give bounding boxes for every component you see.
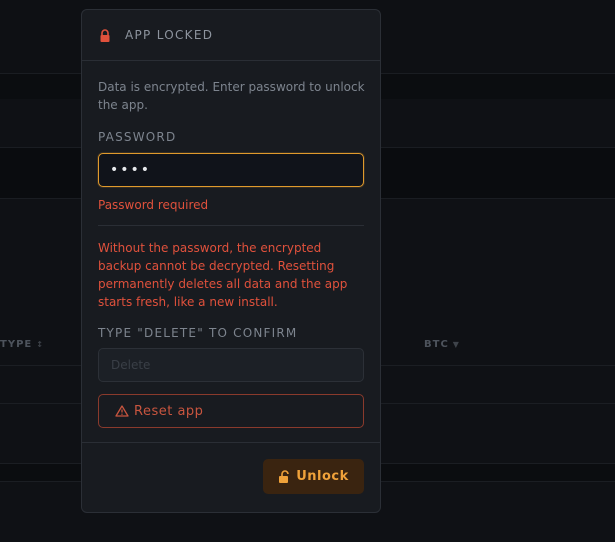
dialog-body: Data is encrypted. Enter password to unl… [82,61,380,428]
password-input[interactable] [98,153,364,187]
reset-app-label: Reset app [134,403,204,419]
delete-confirm-input[interactable] [98,348,364,382]
password-label: PASSWORD [98,130,177,144]
confirm-label: TYPE "DELETE" TO CONFIRM [98,326,298,340]
warning-icon [115,405,129,417]
dialog-description: Data is encrypted. Enter password to unl… [98,80,365,112]
unlock-icon [278,469,290,484]
reset-warning: Without the password, the encrypted back… [98,241,348,309]
column-header-label: BTC [424,339,449,350]
dialog-footer: Unlock [82,442,380,512]
lock-icon [99,28,111,42]
dialog-header: APP LOCKED [82,10,380,61]
password-error: Password required [98,198,209,212]
column-header-type: TYPE ↕ [0,339,44,350]
sort-arrows-icon: ↕ [36,340,44,349]
column-header-btc: BTC ▼ [424,339,460,350]
dialog-title: APP LOCKED [125,28,214,42]
unlock-button[interactable]: Unlock [263,459,364,494]
sort-desc-icon: ▼ [452,340,460,349]
column-header-label: TYPE [0,339,33,350]
app-locked-dialog: APP LOCKED Data is encrypted. Enter pass… [81,9,381,513]
divider [98,225,364,226]
reset-app-button[interactable]: Reset app [98,394,364,428]
unlock-label: Unlock [296,469,349,484]
